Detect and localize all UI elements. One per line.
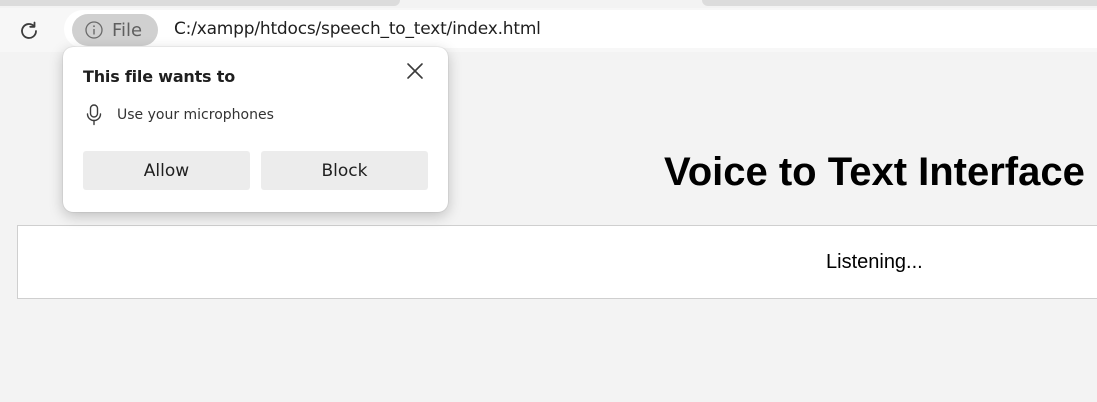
reload-icon: [21, 21, 37, 39]
block-button[interactable]: Block: [261, 151, 428, 190]
microphone-icon: [86, 104, 102, 126]
browser-window: File C:/xampp/htdocs/speech_to_text/inde…: [0, 0, 1097, 402]
permission-label: Use your microphones: [117, 107, 274, 123]
site-chip-label: File: [112, 19, 143, 41]
permission-popup: This file wants to Use your microphones …: [63, 47, 448, 212]
close-icon: [407, 63, 423, 79]
info-icon: [85, 21, 103, 39]
browser-toolbar: File C:/xampp/htdocs/speech_to_text/inde…: [0, 8, 1097, 52]
address-bar[interactable]: File C:/xampp/htdocs/speech_to_text/inde…: [64, 10, 1097, 48]
popup-title: This file wants to: [83, 67, 235, 86]
transcript-output-box: Listening...: [17, 225, 1097, 299]
transcript-status-text: Listening...: [826, 251, 923, 273]
site-info-chip[interactable]: File: [72, 14, 158, 46]
page-title: Voice to Text Interface: [664, 150, 1085, 194]
close-button[interactable]: [403, 59, 427, 83]
url-text[interactable]: C:/xampp/htdocs/speech_to_text/index.htm…: [174, 19, 541, 39]
permission-row-microphone: Use your microphones: [85, 104, 274, 126]
tab-strip: [0, 0, 1097, 8]
allow-button[interactable]: Allow: [83, 151, 250, 190]
tab-left[interactable]: [0, 0, 400, 6]
tab-right[interactable]: [702, 0, 1097, 6]
reload-button[interactable]: [14, 16, 44, 46]
